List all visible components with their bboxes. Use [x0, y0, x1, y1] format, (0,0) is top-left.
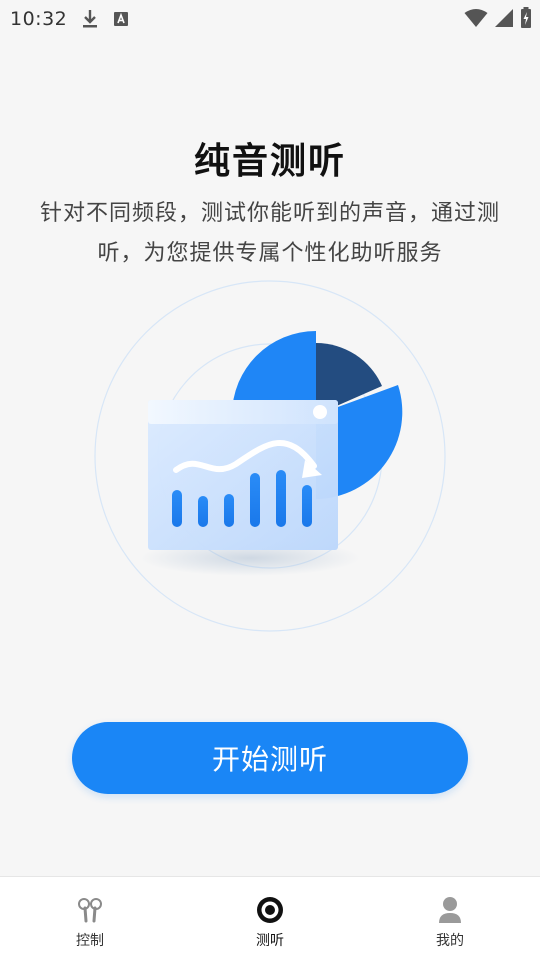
- status-time: 10:32: [10, 8, 68, 30]
- target-icon: [254, 895, 286, 925]
- start-test-button[interactable]: 开始测听: [72, 722, 468, 794]
- person-icon: [434, 895, 466, 925]
- bottom-nav: 控制 测听 我的: [0, 876, 540, 960]
- earbuds-icon: [74, 895, 106, 925]
- signal-icon: [494, 8, 514, 32]
- nav-item-hearing-test[interactable]: 测听: [180, 877, 360, 960]
- page-title: 纯音测听: [193, 141, 346, 182]
- nav-label-mine: 我的: [436, 933, 464, 949]
- wifi-icon: [464, 8, 488, 32]
- nav-label-hearing-test: 测听: [256, 933, 284, 949]
- download-icon: [81, 9, 99, 29]
- nav-item-control[interactable]: 控制: [0, 877, 180, 960]
- nav-label-control: 控制: [76, 933, 104, 949]
- keyboard-a-icon: [113, 11, 129, 27]
- status-bar: 10:32: [0, 0, 540, 38]
- page-description: 针对不同频段，测试你能听到的声音，通过测听，为您提供专属个性化助听服务: [40, 201, 501, 266]
- hearing-test-illustration: [90, 280, 450, 632]
- nav-item-mine[interactable]: 我的: [360, 877, 540, 960]
- battery-charging-icon: [520, 7, 532, 33]
